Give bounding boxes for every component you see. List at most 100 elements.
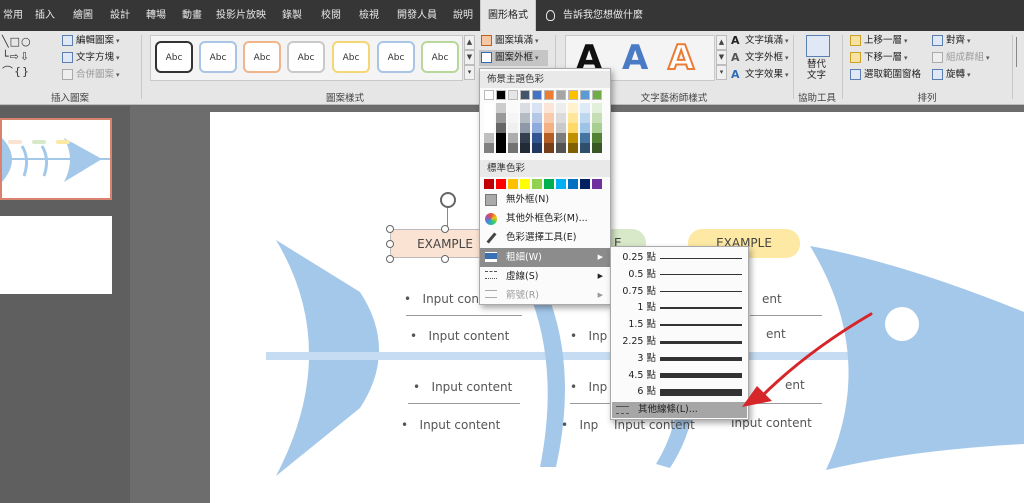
theme-color-shade[interactable]	[592, 133, 602, 143]
edit-shape-button[interactable]: 編輯圖案 ▾	[62, 33, 120, 49]
theme-color-shade[interactable]	[532, 123, 542, 133]
theme-color-shade[interactable]	[520, 123, 530, 133]
theme-color-swatch[interactable]	[520, 90, 530, 100]
theme-color-shade[interactable]	[532, 133, 542, 143]
tab-shape-format[interactable]: 圖形格式	[480, 0, 536, 31]
standard-color-swatch[interactable]	[532, 179, 542, 189]
theme-color-shade[interactable]	[592, 113, 602, 123]
theme-color-shade[interactable]	[568, 123, 578, 133]
content-item-j[interactable]: ent	[766, 327, 786, 341]
text-effects-button[interactable]: A 文字效果 ▾	[731, 67, 789, 83]
tab-developer[interactable]: 開發人員	[388, 0, 446, 31]
theme-color-shade[interactable]	[580, 123, 590, 133]
style-preset-3[interactable]: Abc	[243, 41, 281, 73]
theme-color-shade[interactable]	[532, 113, 542, 123]
standard-color-swatch[interactable]	[568, 179, 578, 189]
theme-color-swatch[interactable]	[532, 90, 542, 100]
weight-option[interactable]: 3 點	[611, 350, 748, 367]
theme-color-shade[interactable]	[484, 143, 494, 153]
theme-color-shade[interactable]	[484, 123, 494, 133]
theme-color-shade[interactable]	[496, 133, 506, 143]
theme-color-shade[interactable]	[580, 143, 590, 153]
tab-animations[interactable]: 動畫	[174, 0, 210, 31]
theme-color-swatch[interactable]	[556, 90, 566, 100]
theme-color-shade[interactable]	[580, 103, 590, 113]
theme-color-shade[interactable]	[508, 133, 518, 143]
rotate-button[interactable]: 旋轉 ▾	[932, 67, 971, 83]
rotate-handle-icon[interactable]	[440, 192, 456, 208]
more-outline-colors-item[interactable]: 其他外框色彩(M)...	[480, 209, 610, 228]
tab-view[interactable]: 檢視	[350, 0, 388, 31]
content-item-h[interactable]: Input content	[614, 418, 695, 432]
theme-color-shade[interactable]	[496, 123, 506, 133]
theme-color-shade[interactable]	[496, 103, 506, 113]
theme-color-shade[interactable]	[520, 103, 530, 113]
tab-review[interactable]: 校閱	[312, 0, 350, 31]
tab-transitions[interactable]: 轉場	[138, 0, 174, 31]
group-objects-button[interactable]: 組成群組 ▾	[932, 50, 990, 66]
standard-color-swatch[interactable]	[580, 179, 590, 189]
theme-color-shade[interactable]	[496, 143, 506, 153]
theme-color-swatch[interactable]	[484, 90, 494, 100]
slide-thumbnail-1[interactable]	[0, 118, 112, 200]
standard-color-swatch[interactable]	[544, 179, 554, 189]
theme-color-shade[interactable]	[556, 123, 566, 133]
theme-color-swatch[interactable]	[568, 90, 578, 100]
send-backward-button[interactable]: 下移一層 ▾	[850, 50, 908, 66]
theme-color-shade[interactable]	[544, 103, 554, 113]
theme-color-shade[interactable]	[520, 143, 530, 153]
standard-color-swatch[interactable]	[592, 179, 602, 189]
style-preset-4[interactable]: Abc	[287, 41, 325, 73]
theme-color-shade[interactable]	[484, 133, 494, 143]
wordart-preset-blue[interactable]: A	[622, 38, 648, 78]
standard-color-swatch[interactable]	[508, 179, 518, 189]
resize-handle-l[interactable]	[386, 240, 394, 248]
weight-option[interactable]: 0.75 點	[611, 283, 748, 300]
wordart-preset-orange-outline[interactable]: A	[667, 37, 695, 79]
tab-draw[interactable]: 繪圖	[64, 0, 102, 31]
theme-color-shade[interactable]	[556, 113, 566, 123]
weight-option[interactable]: 0.5 點	[611, 266, 748, 283]
arrows-item[interactable]: 箭號(R) ▶	[480, 286, 610, 305]
theme-color-shade[interactable]	[532, 143, 542, 153]
content-item-g[interactable]: • Inp	[561, 418, 598, 432]
shape-gallery[interactable]: ╲□○ └⇨⇩ ⌒{}	[2, 34, 46, 79]
theme-color-shade[interactable]	[544, 143, 554, 153]
style-preset-6[interactable]: Abc	[377, 41, 415, 73]
theme-color-shade[interactable]	[532, 103, 542, 113]
dashes-item[interactable]: 虛線(S) ▶	[480, 267, 610, 286]
standard-color-swatch[interactable]	[496, 179, 506, 189]
tab-insert[interactable]: 插入	[26, 0, 64, 31]
theme-color-shade[interactable]	[484, 103, 494, 113]
text-fill-button[interactable]: A 文字填滿 ▾	[731, 33, 789, 49]
tab-design[interactable]: 設計	[102, 0, 138, 31]
weight-option[interactable]: 2.25 點	[611, 333, 748, 350]
shape-fill-button[interactable]: 圖案填滿 ▾	[481, 33, 539, 49]
gallery-scroll-up[interactable]: ▲	[464, 35, 475, 50]
content-item-e[interactable]: • Inp	[570, 329, 607, 343]
theme-color-shade[interactable]	[496, 113, 506, 123]
theme-color-shade[interactable]	[508, 123, 518, 133]
text-outline-button[interactable]: A 文字外框 ▾	[731, 50, 789, 66]
theme-color-swatch[interactable]	[580, 90, 590, 100]
style-preset-2[interactable]: Abc	[199, 41, 237, 73]
more-lines-item[interactable]: 其他線條(L)...	[612, 402, 747, 418]
weight-option[interactable]: 0.25 點	[611, 249, 748, 266]
theme-color-shade[interactable]	[568, 113, 578, 123]
tab-help[interactable]: 說明	[446, 0, 480, 31]
wordart-scroll-up[interactable]: ▲	[716, 35, 727, 50]
gallery-scroll-down[interactable]: ▼	[464, 50, 475, 65]
content-item-f[interactable]: • Inp	[570, 380, 607, 394]
theme-color-shade[interactable]	[580, 113, 590, 123]
theme-color-shade[interactable]	[568, 143, 578, 153]
standard-color-swatch[interactable]	[484, 179, 494, 189]
bring-forward-button[interactable]: 上移一層 ▾	[850, 33, 908, 49]
theme-color-shade[interactable]	[568, 103, 578, 113]
theme-color-shade[interactable]	[556, 143, 566, 153]
resize-handle-b[interactable]	[441, 255, 449, 263]
tell-me-search[interactable]: 告訴我您想做什麼	[546, 0, 643, 31]
theme-color-swatch[interactable]	[496, 90, 506, 100]
standard-color-swatch[interactable]	[520, 179, 530, 189]
tab-slideshow[interactable]: 投影片放映	[210, 0, 272, 31]
tab-record[interactable]: 錄製	[272, 0, 312, 31]
